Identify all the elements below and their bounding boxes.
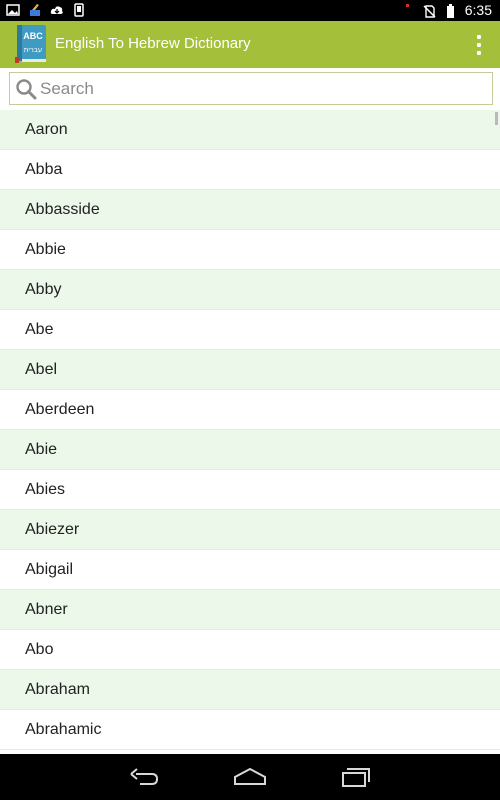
list-item[interactable]: Abel (0, 350, 500, 390)
list-item[interactable]: Abigail (0, 550, 500, 590)
app-logo: ABC עברית (13, 24, 49, 64)
list-item[interactable]: Abies (0, 470, 500, 510)
battery-icon (446, 3, 455, 18)
scrollbar-thumb[interactable] (495, 112, 498, 125)
list-item[interactable]: Abiezer (0, 510, 500, 550)
notification-dot-icon (404, 3, 412, 18)
status-time: 6:35 (464, 2, 492, 18)
list-item[interactable]: Abe (0, 310, 500, 350)
list-item[interactable]: Abbasside (0, 190, 500, 230)
status-left-icons (6, 3, 86, 17)
search-box[interactable] (9, 72, 493, 105)
word-list[interactable]: Aaron Abba Abbasside Abbie Abby Abe Abel… (0, 110, 500, 754)
back-icon[interactable] (126, 764, 162, 790)
list-item[interactable]: Abraham (0, 670, 500, 710)
navigation-bar (0, 754, 500, 800)
list-item[interactable]: Aberdeen (0, 390, 500, 430)
app-bar: ABC עברית English To Hebrew Dictionary (0, 21, 500, 68)
list-item[interactable]: Abrahamic (0, 710, 500, 750)
logo-text-bottom: עברית (24, 46, 43, 54)
app-title: English To Hebrew Dictionary (55, 35, 251, 52)
status-right-icons: 6:35 (404, 2, 492, 19)
recents-icon[interactable] (338, 764, 374, 790)
list-item[interactable]: Abie (0, 430, 500, 470)
logo-text-top: ABC (23, 31, 43, 41)
home-icon[interactable] (232, 764, 268, 790)
list-item[interactable]: Abo (0, 630, 500, 670)
search-input[interactable] (40, 74, 485, 103)
list-item[interactable]: Aaron (0, 110, 500, 150)
list-item[interactable]: Abner (0, 590, 500, 630)
search-icon (15, 78, 37, 100)
list-item[interactable]: Abby (0, 270, 500, 310)
gallery-icon (6, 3, 20, 17)
phone-icon (72, 3, 86, 17)
cleaner-icon (28, 3, 42, 17)
overflow-menu-icon[interactable] (474, 35, 484, 55)
list-item[interactable]: Abbie (0, 230, 500, 270)
cloud-download-icon (50, 3, 64, 17)
status-bar: 6:35 (0, 0, 500, 21)
no-sim-icon (422, 4, 436, 18)
list-item[interactable]: Abba (0, 150, 500, 190)
